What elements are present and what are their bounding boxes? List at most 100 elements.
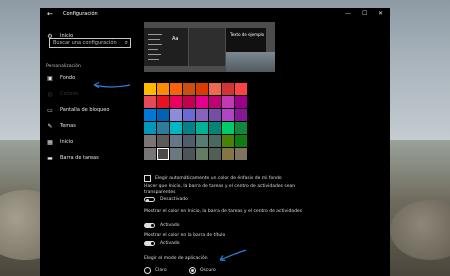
window-title: Configuración — [63, 11, 98, 17]
minimize-icon[interactable]: — — [345, 10, 351, 17]
back-arrow-icon[interactable]: ← — [47, 10, 53, 18]
auto-accent-label: Elegir automáticamente un color de énfas… — [155, 176, 282, 181]
app-mode-dark-label: Oscuro — [200, 268, 216, 273]
accent-color-swatch[interactable] — [183, 122, 195, 134]
accent-color-swatch[interactable] — [183, 83, 195, 95]
search-icon[interactable]: ⌕ — [125, 39, 128, 47]
accent-color-swatch[interactable] — [157, 135, 169, 147]
app-mode-dark-option[interactable]: Oscuro — [189, 267, 216, 274]
brush-icon: ✎ — [47, 122, 53, 130]
accent-color-swatch[interactable] — [209, 135, 221, 147]
accent-color-swatch[interactable] — [222, 83, 234, 95]
sidebar-item-label: Pantalla de bloqueo — [60, 107, 110, 113]
preview-wallpaper — [226, 52, 275, 72]
accent-color-swatch[interactable] — [209, 83, 221, 95]
accent-color-swatch[interactable] — [170, 135, 182, 147]
accent-color-swatch[interactable] — [196, 135, 208, 147]
accent-color-swatch[interactable] — [183, 135, 195, 147]
sidebar-item-label: Temas — [60, 123, 76, 129]
preview-sample-text: Texto de ejemplo — [230, 32, 265, 37]
sidebar-item-inicio[interactable]: ▦ Inicio — [46, 138, 73, 146]
app-mode-light-option[interactable]: Claro — [144, 267, 167, 274]
annotation-arrow — [219, 249, 247, 262]
accent-color-swatch[interactable] — [222, 109, 234, 121]
accent-color-swatch[interactable] — [157, 122, 169, 134]
accent-color-swatch[interactable] — [170, 96, 182, 108]
accent-color-swatch[interactable] — [170, 122, 182, 134]
close-icon[interactable]: ✕ — [378, 10, 383, 17]
title-bar: ← Configuración — ☐ ✕ — [40, 8, 390, 22]
accent-color-swatch[interactable] — [196, 96, 208, 108]
accent-color-swatch[interactable] — [144, 83, 156, 95]
picture-icon: ▣ — [47, 74, 53, 82]
accent-color-swatch[interactable] — [209, 148, 221, 160]
maximize-icon[interactable]: ☐ — [362, 10, 367, 17]
titlebar-color-toggle-row[interactable]: Activado — [144, 241, 180, 246]
accent-color-swatch[interactable] — [235, 135, 247, 147]
accent-color-swatch[interactable] — [222, 122, 234, 134]
accent-color-swatch[interactable] — [235, 109, 247, 121]
accent-color-swatch[interactable] — [183, 96, 195, 108]
accent-color-swatch[interactable] — [235, 122, 247, 134]
accent-color-swatch[interactable] — [157, 148, 169, 160]
accent-color-swatch[interactable] — [170, 148, 182, 160]
taskbar-icon: ▬ — [47, 154, 53, 162]
accent-color-swatch[interactable] — [170, 83, 182, 95]
theme-preview: Aa Texto de ejemplo — [144, 22, 275, 72]
start-color-state: Activado — [160, 223, 180, 228]
accent-color-grid — [144, 83, 247, 160]
accent-color-swatch[interactable] — [144, 135, 156, 147]
sidebar-item-label: Fondo — [60, 75, 76, 81]
accent-color-swatch[interactable] — [222, 148, 234, 160]
transparency-state: Desactivado — [160, 197, 188, 202]
auto-accent-row[interactable]: Elegir automáticamente un color de énfas… — [144, 175, 282, 182]
sidebar-item-pantalla-de-bloqueo[interactable]: ▭ Pantalla de bloqueo — [46, 106, 109, 114]
accent-color-swatch[interactable] — [196, 83, 208, 95]
annotation-arrow — [93, 81, 131, 89]
sidebar-section-heading: Personalización — [46, 64, 81, 69]
accent-color-swatch[interactable] — [222, 96, 234, 108]
accent-color-swatch[interactable] — [209, 122, 221, 134]
sidebar-item-fondo[interactable]: ▣ Fondo — [46, 74, 75, 82]
start-color-label: Mostrar el color en Inicio, la barra de … — [144, 209, 303, 214]
sidebar-item-barra-de-tareas[interactable]: ▬ Barra de tareas — [46, 154, 99, 162]
sidebar-item-label: Barra de tareas — [60, 155, 99, 161]
accent-color-swatch[interactable] — [222, 135, 234, 147]
start-color-toggle-row[interactable]: Activado — [144, 223, 180, 228]
accent-color-swatch[interactable] — [157, 83, 169, 95]
accent-color-swatch[interactable] — [196, 109, 208, 121]
sidebar-item-label: Colores — [60, 91, 79, 97]
accent-color-swatch[interactable] — [235, 83, 247, 95]
accent-color-swatch[interactable] — [170, 109, 182, 121]
accent-color-swatch[interactable] — [144, 109, 156, 121]
transparency-toggle[interactable] — [144, 197, 155, 202]
accent-color-swatch[interactable] — [235, 96, 247, 108]
preview-start-menu — [144, 28, 188, 66]
auto-accent-checkbox[interactable] — [144, 175, 151, 182]
accent-color-swatch[interactable] — [209, 109, 221, 121]
accent-color-swatch[interactable] — [196, 148, 208, 160]
lock-screen-icon: ▭ — [47, 106, 53, 114]
start-icon: ▦ — [47, 138, 53, 146]
titlebar-color-toggle[interactable] — [144, 241, 155, 246]
accent-color-swatch[interactable] — [235, 148, 247, 160]
sidebar-item-label: Inicio — [60, 139, 74, 145]
start-color-toggle[interactable] — [144, 223, 155, 228]
accent-color-swatch[interactable] — [196, 122, 208, 134]
sidebar-item-colores[interactable]: ◍ Colores — [46, 90, 79, 98]
accent-color-swatch[interactable] — [144, 148, 156, 160]
accent-color-swatch[interactable] — [157, 96, 169, 108]
app-mode-light-label: Claro — [155, 268, 167, 273]
app-mode-dark-radio[interactable] — [189, 267, 196, 274]
accent-color-swatch[interactable] — [183, 148, 195, 160]
palette-icon: ◍ — [47, 90, 53, 98]
accent-color-swatch[interactable] — [144, 122, 156, 134]
transparency-toggle-row[interactable]: Desactivado — [144, 197, 188, 202]
accent-color-swatch[interactable] — [209, 96, 221, 108]
accent-color-swatch[interactable] — [183, 109, 195, 121]
accent-color-swatch[interactable] — [144, 96, 156, 108]
app-mode-light-radio[interactable] — [144, 267, 151, 274]
sidebar-item-temas[interactable]: ✎ Temas — [46, 122, 76, 130]
search-input[interactable]: Buscar una configuración ⌕ — [49, 38, 131, 48]
accent-color-swatch[interactable] — [157, 109, 169, 121]
